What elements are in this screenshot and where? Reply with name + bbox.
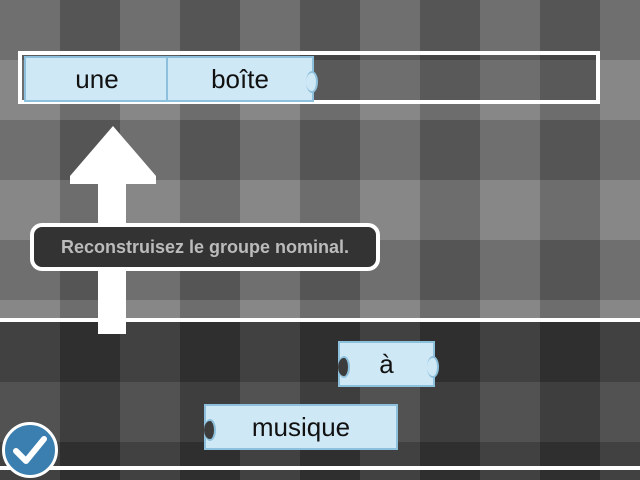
validate-button[interactable] [2,422,58,478]
tile-connector [427,356,439,378]
instruction-hint: Reconstruisez le groupe nominal. [30,223,380,271]
tile-connector [306,71,318,93]
word-label: à [379,348,394,379]
word-label: musique [251,411,351,442]
word-tile-musique[interactable]: musique [204,404,398,450]
checkmark-icon [13,436,47,464]
word-tile-a[interactable]: à [338,341,439,387]
hint-text: Reconstruisez le groupe nominal. [60,236,350,257]
word-bank-area [0,322,640,480]
tile-slot [338,356,350,378]
divider-bottom [0,466,640,470]
word-label: boîte [211,63,269,94]
word-label: une [75,63,119,94]
tile-slot [204,419,216,441]
placed-word-une[interactable]: une [24,56,170,102]
placed-word-boite[interactable]: boîte [166,56,318,102]
